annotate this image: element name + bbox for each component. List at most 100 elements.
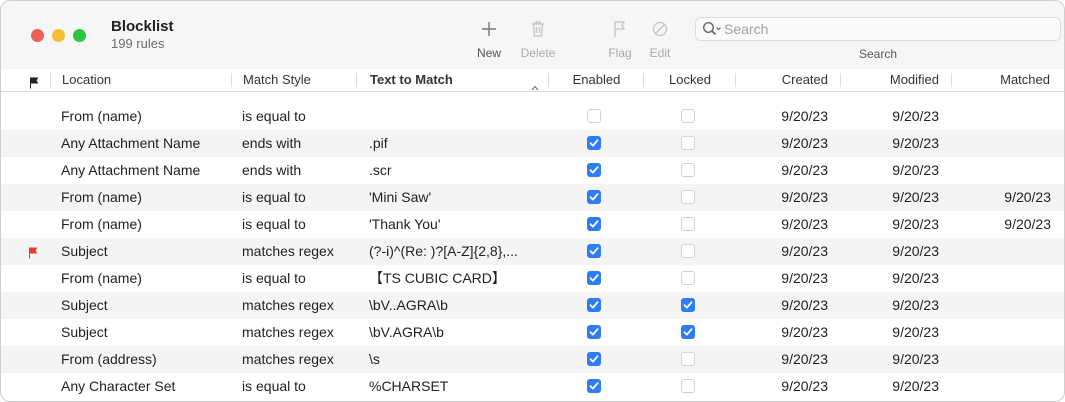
locked-checkbox[interactable]	[681, 325, 695, 339]
enabled-checkbox[interactable]	[587, 352, 601, 366]
enabled-checkbox[interactable]	[587, 325, 601, 339]
enabled-checkbox[interactable]	[587, 190, 601, 204]
modified-cell: 9/20/23	[892, 216, 939, 232]
table-row[interactable]: Any Character Set is equal to %CHARSET 9/20…	[1, 373, 1064, 400]
edit-button[interactable]: Edit	[647, 17, 673, 60]
new-button[interactable]: New	[477, 17, 501, 60]
match-style-cell: matches regex	[242, 324, 334, 340]
search-label: Search	[859, 47, 898, 61]
locked-checkbox[interactable]	[681, 217, 695, 231]
text-to-match-cell: 'Thank You'	[369, 216, 441, 232]
search-input[interactable]	[724, 20, 1044, 38]
created-cell: 9/20/23	[781, 297, 828, 313]
matched-cell	[952, 346, 1051, 373]
search-field[interactable]	[695, 17, 1061, 41]
header-matched[interactable]: Matched	[952, 69, 1064, 91]
created-cell: 9/20/23	[781, 378, 828, 394]
table-header: Location Match Style Text to Match Enabl…	[1, 69, 1064, 92]
matched-cell: 9/20/23	[1004, 189, 1051, 205]
match-style-cell: is equal to	[242, 270, 306, 286]
locked-checkbox[interactable]	[681, 379, 695, 393]
header-flag-column[interactable]	[1, 69, 51, 91]
text-to-match-cell: \bV..AGRA\b	[369, 297, 448, 313]
created-cell: 9/20/23	[781, 189, 828, 205]
location-cell: Subject	[61, 297, 108, 313]
toolbar: Blocklist 199 rules New Delete Flag Edit…	[1, 1, 1064, 69]
modified-cell: 9/20/23	[892, 108, 939, 124]
locked-checkbox[interactable]	[681, 271, 695, 285]
matched-cell: 9/20/23	[1004, 216, 1051, 232]
trash-icon	[518, 17, 558, 41]
header-locked[interactable]: Locked	[644, 69, 736, 91]
locked-checkbox[interactable]	[681, 190, 695, 204]
header-created[interactable]: Created	[736, 69, 841, 91]
minimize-button[interactable]	[52, 29, 65, 42]
enabled-checkbox[interactable]	[587, 109, 601, 123]
table-row[interactable]: From (name) is equal to 'Mini Saw' 9/20/23 9…	[1, 184, 1064, 211]
matched-cell	[952, 373, 1051, 400]
locked-checkbox[interactable]	[681, 352, 695, 366]
enabled-checkbox[interactable]	[587, 298, 601, 312]
text-to-match-cell: .scr	[369, 162, 392, 178]
modified-cell: 9/20/23	[892, 189, 939, 205]
new-label: New	[477, 46, 502, 60]
enabled-checkbox[interactable]	[587, 379, 601, 393]
locked-checkbox[interactable]	[681, 298, 695, 312]
table-row[interactable]: From (address) matches regex \s 9/20/23 9/20…	[1, 346, 1064, 373]
created-cell: 9/20/23	[781, 351, 828, 367]
header-text-to-match[interactable]: Text to Match	[357, 69, 549, 91]
locked-checkbox[interactable]	[681, 244, 695, 258]
table-row[interactable]: From (name) is equal to 9/20/23 9/20/23	[1, 103, 1064, 130]
magnifier-icon[interactable]	[702, 21, 722, 40]
created-cell: 9/20/23	[781, 135, 828, 151]
table-row[interactable]: Any Attachment Name ends with .pif 9/20/23 9…	[1, 130, 1064, 157]
table-row[interactable]: From (name) is equal to 【TS CUBIC CARD】 9/2…	[1, 265, 1064, 292]
header-match-style[interactable]: Match Style	[232, 69, 357, 91]
text-to-match-cell: %CHARSET	[369, 378, 449, 394]
enabled-checkbox[interactable]	[587, 271, 601, 285]
chevron-up-icon	[531, 76, 539, 98]
modified-cell: 9/20/23	[892, 135, 939, 151]
match-style-cell: matches regex	[242, 297, 334, 313]
zoom-button[interactable]	[73, 29, 86, 42]
modified-cell: 9/20/23	[892, 297, 939, 313]
location-cell: From (name)	[61, 189, 142, 205]
match-style-cell: ends with	[242, 162, 302, 178]
edit-label: Edit	[649, 46, 671, 60]
created-cell: 9/20/23	[781, 162, 828, 178]
table-row[interactable]: From (name) is equal to 'Thank You' 9/20/23…	[1, 211, 1064, 238]
table-row[interactable]: Subject matches regex (?-i)^(Re: )?[A-Z]{2…	[1, 238, 1064, 265]
delete-button[interactable]: Delete	[518, 17, 558, 60]
text-to-match-cell: (?-i)^(Re: )?[A-Z]{2,8},...	[369, 243, 518, 259]
flag-button[interactable]: Flag	[607, 17, 633, 60]
close-button[interactable]	[31, 29, 44, 42]
matched-cell	[952, 238, 1051, 265]
locked-checkbox[interactable]	[681, 136, 695, 150]
matched-cell	[952, 265, 1051, 292]
modified-cell: 9/20/23	[892, 324, 939, 340]
match-style-cell: is equal to	[242, 378, 306, 394]
enabled-checkbox[interactable]	[587, 244, 601, 258]
match-style-cell: is equal to	[242, 108, 306, 124]
header-text-to-match-label: Text to Match	[370, 72, 453, 87]
locked-checkbox[interactable]	[681, 109, 695, 123]
blocklist-window: Blocklist 199 rules New Delete Flag Edit…	[0, 0, 1065, 402]
header-enabled[interactable]: Enabled	[549, 69, 644, 91]
header-location[interactable]: Location	[51, 69, 232, 91]
header-modified[interactable]: Modified	[841, 69, 952, 91]
table-row[interactable]: Any Attachment Name ends with .scr 9/20/23 9…	[1, 157, 1064, 184]
matched-cell	[952, 130, 1051, 157]
enabled-checkbox[interactable]	[587, 136, 601, 150]
location-cell: Any Character Set	[61, 378, 176, 394]
text-to-match-cell: 【TS CUBIC CARD】	[369, 270, 506, 286]
table-row[interactable]: Subject matches regex \bV.AGRA\b 9/20/23 9/2…	[1, 319, 1064, 346]
enabled-checkbox[interactable]	[587, 163, 601, 177]
enabled-checkbox[interactable]	[587, 217, 601, 231]
rule-count: 199 rules	[111, 36, 165, 51]
table-row[interactable]: Subject matches regex \bV..AGRA\b 9/20/23 9/…	[1, 292, 1064, 319]
locked-checkbox[interactable]	[681, 163, 695, 177]
matched-cell	[952, 319, 1051, 346]
modified-cell: 9/20/23	[892, 351, 939, 367]
created-cell: 9/20/23	[781, 216, 828, 232]
flag-icon	[607, 17, 633, 41]
